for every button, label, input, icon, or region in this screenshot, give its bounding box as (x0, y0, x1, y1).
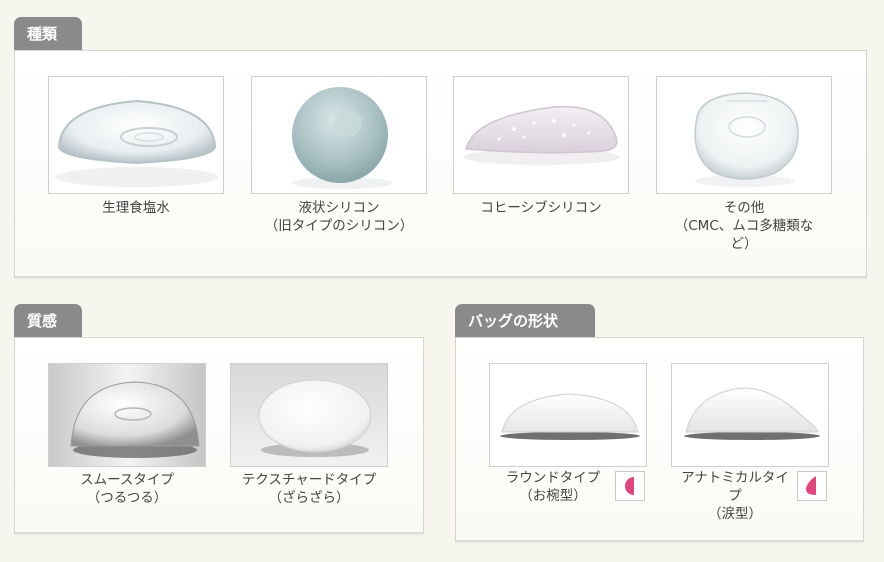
cohesive-silicone-implant-image (453, 76, 629, 194)
section-tab-shape: バッグの形状 (455, 304, 595, 337)
type-card-other: その他 （CMC、ムコ多糖類な ど） (656, 76, 832, 256)
caption-line: テクスチャードタイプ (241, 472, 377, 488)
caption-saline: 生理食塩水 (48, 199, 224, 217)
texture-card-smooth: スムースタイプ （つるつる） (48, 363, 206, 513)
caption-line: 液状シリコン (298, 200, 380, 216)
caption-line: ラウンドタイプ (505, 470, 601, 486)
caption-line: （CMC、ムコ多糖類な (674, 218, 814, 234)
caption-line: その他 (723, 200, 765, 216)
caption-line: （つるつる） (86, 490, 168, 506)
caption-line: （涙型） (708, 506, 762, 522)
anatomical-shape-icon[interactable] (797, 471, 827, 501)
caption-line: （お椀型） (519, 488, 587, 504)
caption-line: プ (728, 488, 742, 504)
type-card-saline: 生理食塩水 (48, 76, 224, 226)
caption-other: その他 （CMC、ムコ多糖類な ど） (656, 199, 832, 253)
caption-textured: テクスチャードタイプ （ざらざら） (230, 471, 388, 507)
section-title-texture: 質感 (27, 312, 58, 330)
caption-line: （旧タイプのシリコン） (264, 218, 414, 234)
caption-line: スムースタイプ (80, 472, 174, 488)
type-card-liquid-silicone: 液状シリコン （旧タイプのシリコン） (251, 76, 427, 241)
caption-line: ど） (730, 236, 758, 252)
caption-liquid-silicone: 液状シリコン （旧タイプのシリコン） (251, 199, 427, 235)
caption-line: アナトミカルタイ (681, 470, 789, 486)
round-shape-icon[interactable] (615, 471, 645, 501)
type-card-cohesive-silicone: コヒーシブシリコン (453, 76, 629, 226)
caption-line: （ざらざら） (268, 490, 350, 506)
section-title-types: 種類 (27, 25, 58, 43)
section-tab-texture: 質感 (14, 304, 82, 337)
caption-round: ラウンドタイプ （お椀型） (489, 469, 617, 505)
smooth-implant-image (48, 363, 206, 467)
section-tab-types: 種類 (14, 17, 82, 50)
anatomical-implant-image (671, 363, 829, 467)
section-title-shape: バッグの形状 (468, 312, 559, 330)
round-implant-image (489, 363, 647, 467)
liquid-silicone-implant-image (251, 76, 427, 194)
caption-anatomical: アナトミカルタイ プ （涙型） (671, 469, 799, 523)
caption-cohesive-silicone: コヒーシブシリコン (453, 199, 629, 217)
caption-line: コヒーシブシリコン (480, 200, 602, 216)
textured-implant-image (230, 363, 388, 467)
saline-implant-image (48, 76, 224, 194)
other-implant-image (656, 76, 832, 194)
texture-card-textured: テクスチャードタイプ （ざらざら） (230, 363, 388, 513)
caption-line: 生理食塩水 (102, 200, 170, 216)
caption-smooth: スムースタイプ （つるつる） (48, 471, 206, 507)
